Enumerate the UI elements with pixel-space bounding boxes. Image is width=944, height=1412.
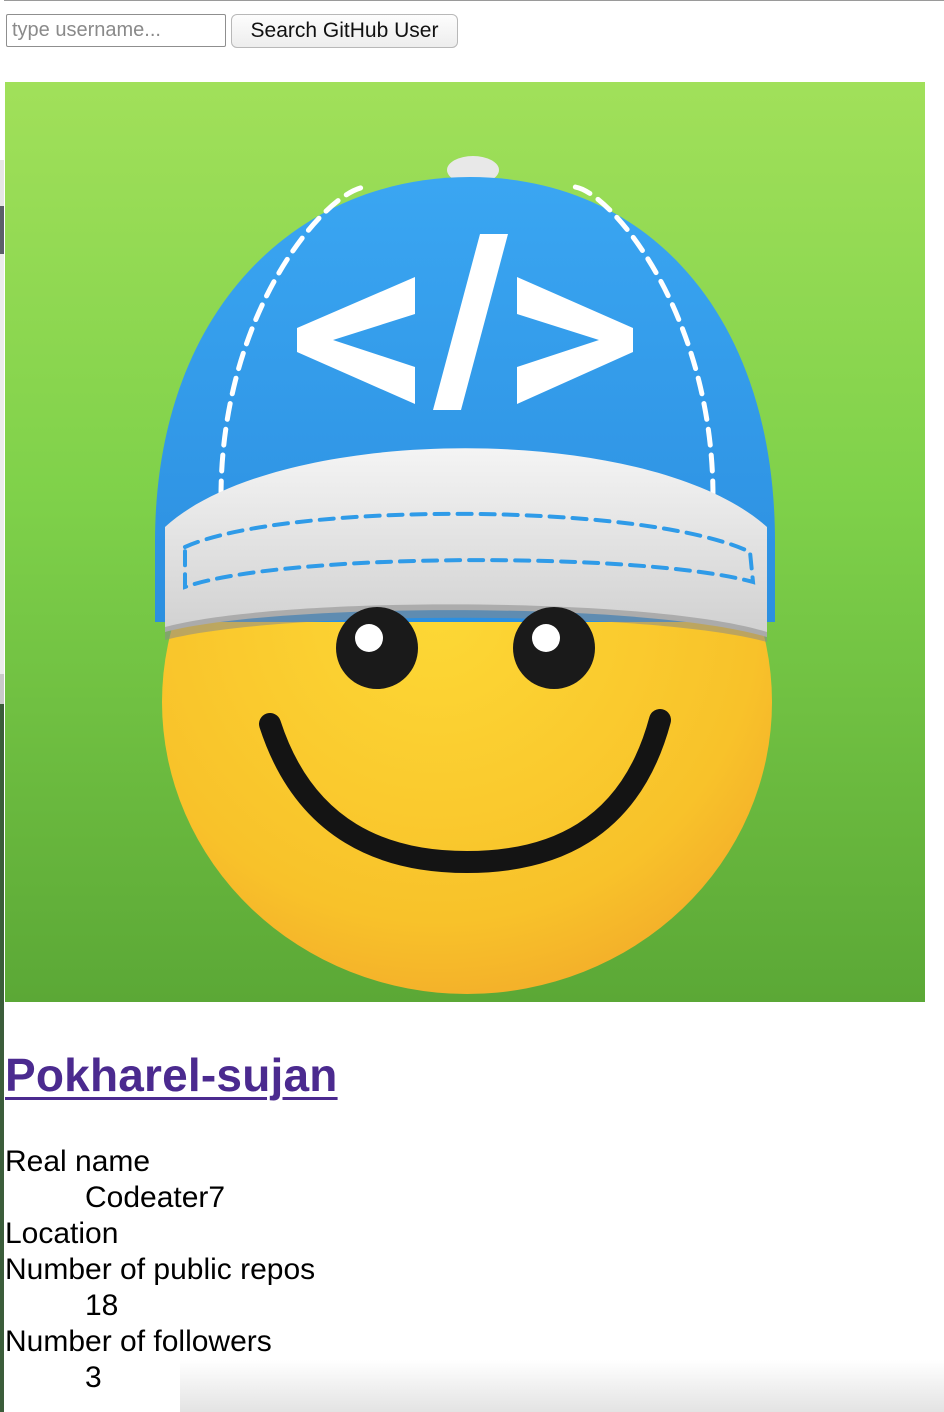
followers-value: 3 (85, 1361, 102, 1394)
username-search-input[interactable] (6, 14, 226, 47)
background-window-edge (0, 0, 4, 1412)
followers-label: Number of followers (5, 1325, 272, 1358)
public-repos-value: 18 (85, 1289, 119, 1322)
search-github-user-button[interactable]: Search GitHub User (231, 14, 458, 48)
real-name-label: Real name (5, 1145, 151, 1178)
location-label: Location (5, 1217, 119, 1250)
user-details-list: Real name Codeater7 Location Number of p… (5, 1144, 315, 1396)
real-name-value: Codeater7 (85, 1181, 226, 1214)
public-repos-label: Number of public repos (5, 1253, 316, 1286)
window-top-border (0, 0, 944, 1)
user-avatar-image (5, 82, 925, 1002)
username-profile-link[interactable]: Pokharel-sujan (5, 1048, 338, 1102)
